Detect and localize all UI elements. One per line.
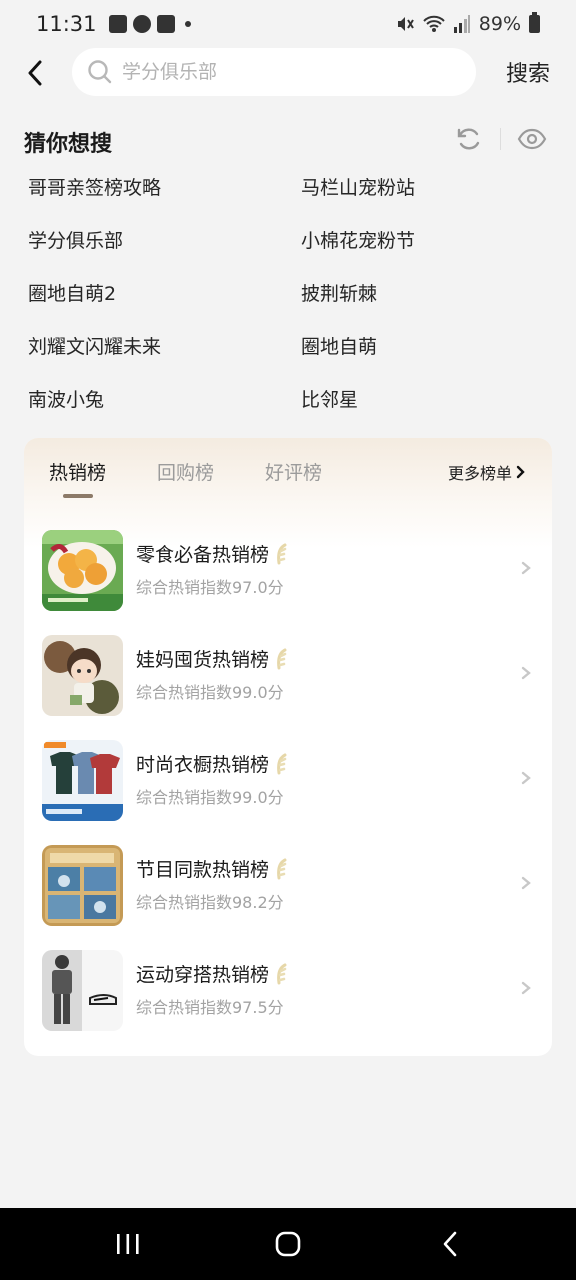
ranking-row-title: 节目同款热销榜 (136, 855, 289, 882)
guess-keyword[interactable]: 学分俱乐部 (28, 215, 301, 268)
chevron-right-icon (521, 771, 531, 785)
home-icon (275, 1231, 301, 1257)
ranking-title-text: 节目同款热销榜 (136, 859, 270, 881)
search-header: 搜索 (0, 48, 576, 98)
ranking-score: 综合热销指数99.0分 (136, 788, 284, 807)
guess-keyword[interactable]: 披荆斩棘 (301, 268, 548, 321)
ranking-score: 综合热销指数97.5分 (136, 998, 284, 1017)
ranking-tabs: 热销榜 回购榜 好评榜 更多榜单 (24, 438, 552, 502)
tab-repurchase[interactable]: 回购榜 (157, 458, 214, 485)
ranking-list: 零食必备热销榜 综合热销指数97.0分 娃妈囤货热销榜 综合热销指数99.0分 … (24, 526, 552, 1051)
chevron-right-icon (521, 981, 531, 995)
recent-apps-icon (117, 1234, 139, 1254)
guess-keyword[interactable]: 刘耀文闪耀未来 (28, 321, 301, 374)
ranking-score: 综合热销指数97.0分 (136, 578, 284, 597)
guess-keyword-grid: 哥哥亲签榜攻略 马栏山宠粉站 学分俱乐部 小棉花宠粉节 圈地自萌2 披荆斩棘 刘… (28, 162, 548, 427)
laurel-icon (277, 858, 287, 879)
guess-keyword[interactable]: 圈地自萌2 (28, 268, 301, 321)
ranking-title-text: 零食必备热销榜 (136, 544, 270, 566)
chevron-left-icon (28, 60, 42, 86)
ranking-row[interactable]: 时尚衣橱热销榜 综合热销指数99.0分 (24, 736, 552, 841)
eye-icon (517, 128, 547, 150)
signal-icon (453, 15, 470, 33)
wifi-icon (423, 15, 445, 32)
doll-thumbnail (42, 635, 123, 716)
gallery-icon (108, 15, 127, 33)
guess-keyword[interactable]: 圈地自萌 (301, 321, 548, 374)
search-button[interactable]: 搜索 (506, 56, 550, 88)
chevron-right-icon (521, 876, 531, 890)
tv-merch-thumbnail (42, 845, 123, 926)
guess-keyword[interactable]: 比邻星 (301, 374, 548, 427)
mute-icon (397, 17, 414, 31)
search-input[interactable] (122, 61, 442, 83)
guess-keyword[interactable]: 小棉花宠粉节 (301, 215, 548, 268)
guess-keyword[interactable]: 南波小兔 (28, 374, 301, 427)
status-system-icons: 89% (395, 12, 540, 35)
recent-apps-button[interactable] (110, 1226, 146, 1262)
back-button[interactable] (18, 54, 52, 92)
battery-icon (529, 12, 540, 33)
leaf-icon (132, 15, 151, 33)
home-button[interactable] (270, 1226, 306, 1262)
ranking-title-text: 娃妈囤货热销榜 (136, 649, 270, 671)
clothing-thumbnail (42, 740, 123, 821)
ranking-row-title: 时尚衣橱热销榜 (136, 750, 289, 777)
ranking-row[interactable]: 节目同款热销榜 综合热销指数98.2分 (24, 841, 552, 946)
search-icon (86, 58, 114, 86)
more-rankings-link[interactable]: 更多榜单 (448, 460, 526, 484)
visibility-toggle[interactable] (515, 122, 549, 156)
laurel-icon (277, 963, 287, 984)
guess-keyword[interactable]: 马栏山宠粉站 (301, 162, 548, 215)
ranking-row-title: 娃妈囤货热销榜 (136, 645, 289, 672)
status-time: 11:31 (36, 12, 97, 36)
chevron-right-icon (516, 465, 525, 479)
back-icon (443, 1231, 457, 1257)
dot-icon (184, 21, 191, 27)
ranking-title-text: 运动穿搭热销榜 (136, 964, 270, 986)
guess-tools (452, 122, 549, 156)
sportswear-thumbnail (42, 950, 123, 1031)
guess-section-title: 猜你想搜 (24, 132, 113, 157)
chevron-right-icon (521, 561, 531, 575)
guess-keyword[interactable]: 哥哥亲签榜攻略 (28, 162, 301, 215)
laurel-icon (277, 648, 287, 669)
active-tab-indicator (63, 494, 93, 498)
ranking-row-title: 运动穿搭热销榜 (136, 960, 289, 987)
ranking-card: 热销榜 回购榜 好评榜 更多榜单 零食必备热销榜 综合热销指数97.0分 娃妈囤… (24, 438, 552, 1056)
ranking-score: 综合热销指数99.0分 (136, 683, 284, 702)
refresh-button[interactable] (452, 122, 486, 156)
status-notification-icons (108, 15, 191, 33)
laurel-icon (277, 543, 287, 564)
ranking-title-text: 时尚衣橱热销榜 (136, 754, 270, 776)
more-rankings-label: 更多榜单 (448, 464, 513, 483)
tab-good-reviews[interactable]: 好评榜 (265, 458, 322, 485)
ranking-row[interactable]: 运动穿搭热销榜 综合热销指数97.5分 (24, 946, 552, 1051)
system-nav-bar (0, 1208, 576, 1280)
tab-hot-sales[interactable]: 热销榜 (49, 458, 106, 485)
snack-thumbnail (42, 530, 123, 611)
status-bar: 11:31 89% (0, 0, 576, 48)
ranking-row[interactable]: 娃妈囤货热销榜 综合热销指数99.0分 (24, 631, 552, 736)
ranking-row-title: 零食必备热销榜 (136, 540, 289, 567)
battery-percent: 89% (478, 13, 521, 35)
refresh-icon (457, 128, 480, 150)
ranking-row[interactable]: 零食必备热销榜 综合热销指数97.0分 (24, 526, 552, 631)
nav-back-button[interactable] (432, 1226, 468, 1262)
check-icon (156, 15, 175, 33)
tool-divider (500, 128, 501, 150)
chevron-right-icon (521, 666, 531, 680)
laurel-icon (277, 753, 287, 774)
search-box[interactable] (72, 48, 476, 96)
ranking-score: 综合热销指数98.2分 (136, 893, 284, 912)
